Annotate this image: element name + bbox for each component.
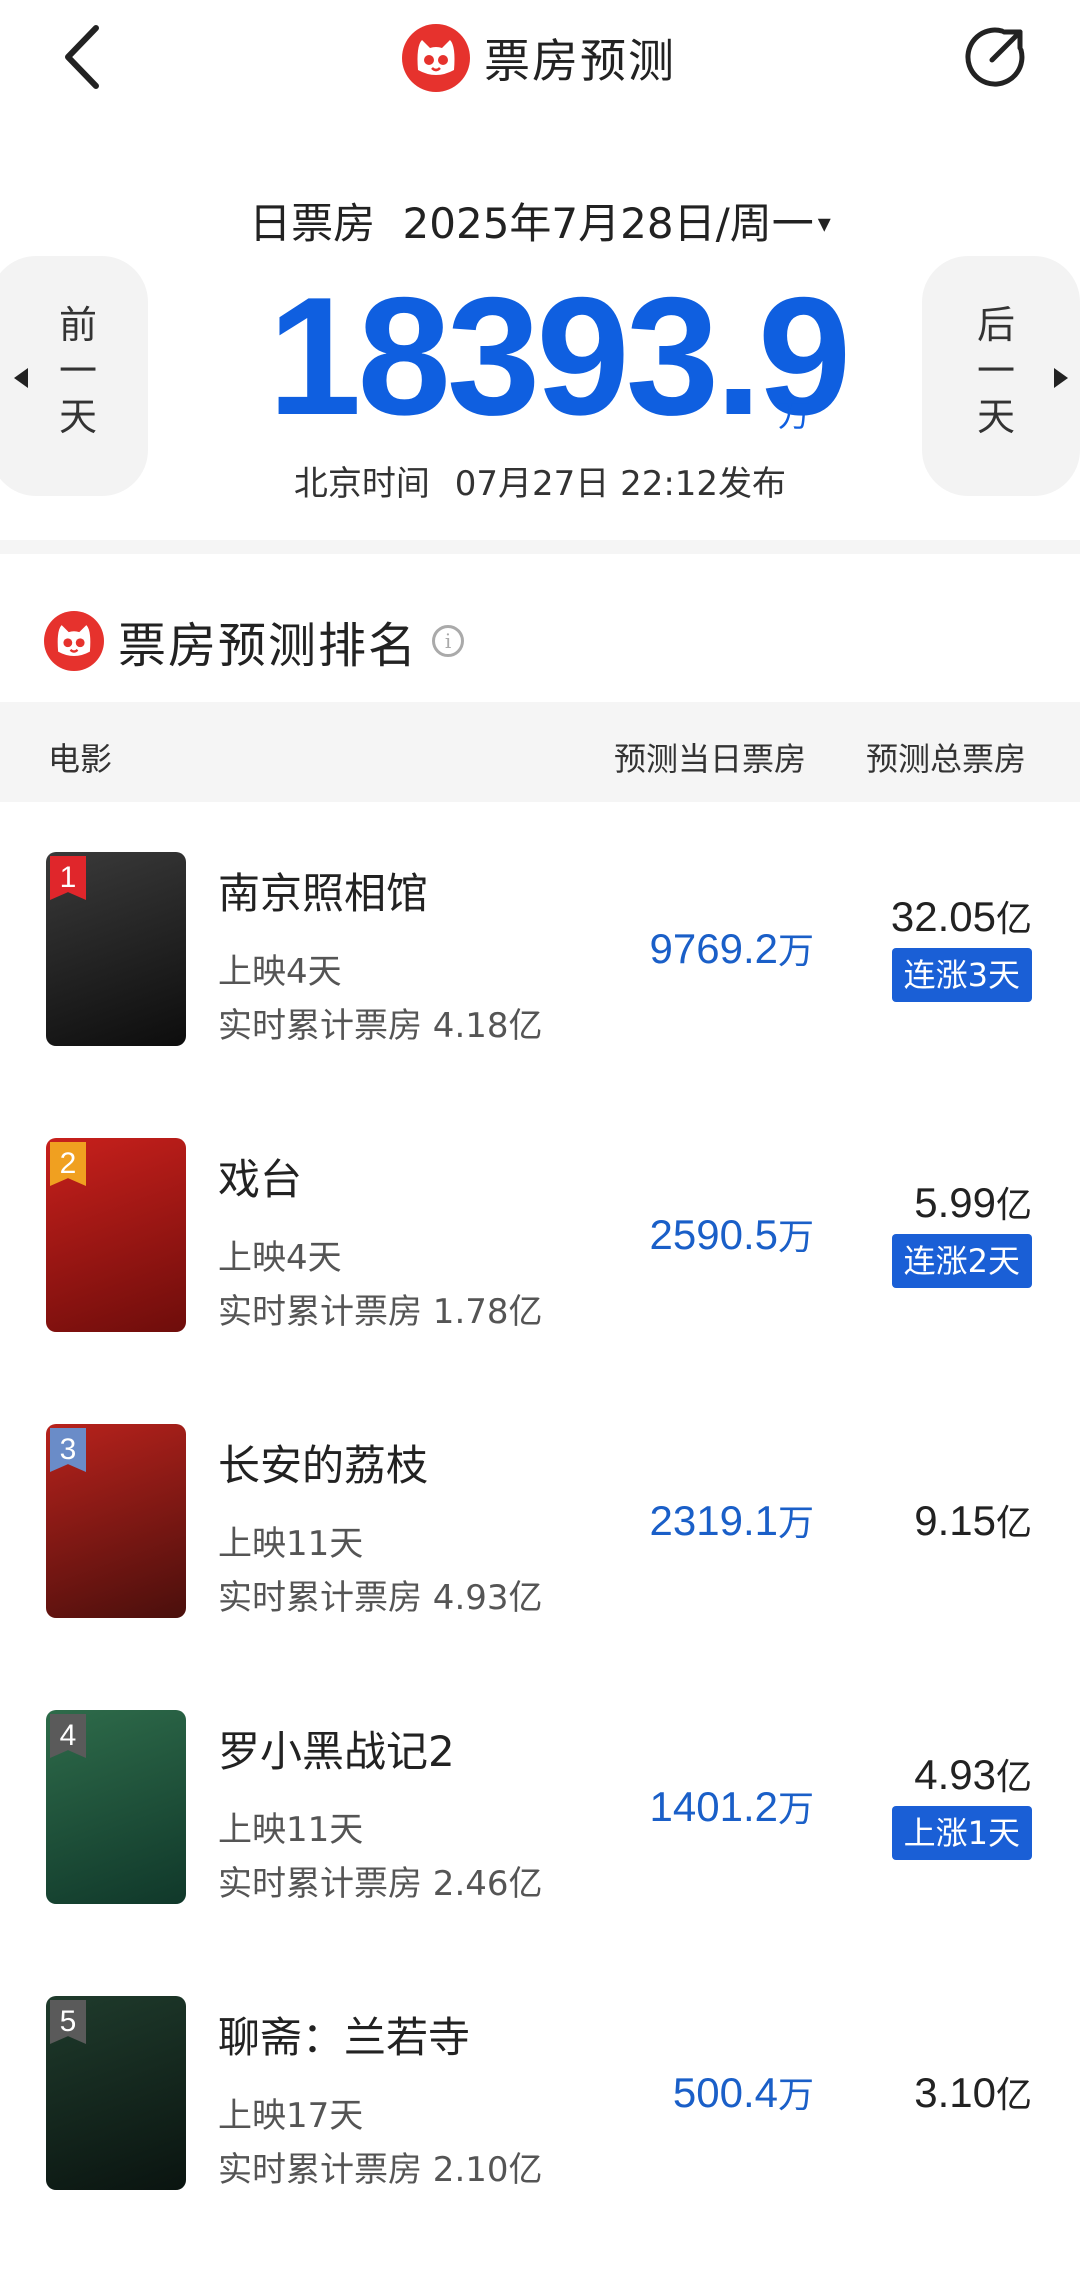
predicted-daily-value: 2319.1 — [649, 1497, 778, 1544]
rank-badge: 1 — [50, 856, 86, 900]
predicted-daily-unit: 万 — [777, 1503, 814, 1544]
movie-name[interactable]: 聊斋：兰若寺 — [218, 2004, 470, 2065]
cumulative-box-office: 实时累计票房 2.46亿 — [218, 1864, 543, 1904]
predicted-daily-unit: 万 — [777, 1789, 814, 1830]
rank-badge: 4 — [50, 1714, 86, 1758]
predicted-daily-value: 9769.2 — [649, 925, 778, 972]
streak-badge: 上涨1天 — [891, 1806, 1032, 1860]
cumulative-box-office: 实时累计票房 4.18亿 — [218, 1006, 543, 1046]
predicted-total: 32.05亿 — [891, 890, 1032, 942]
streak-badge: 连涨3天 — [891, 948, 1032, 1002]
days-showing: 上映17天 — [218, 2096, 364, 2136]
movie-poster[interactable]: 3 — [46, 1424, 186, 1618]
predicted-daily: 500.4万 — [673, 2066, 814, 2118]
table-row[interactable]: 4 罗小黑战记2 上映11天 实时累计票房 2.46亿 1401.2万 4.93… — [0, 1710, 1080, 1996]
days-showing: 上映4天 — [218, 1238, 342, 1278]
days-showing: 上映4天 — [218, 952, 342, 992]
predicted-total-value: 9.15 — [914, 1497, 996, 1544]
ranking-header: 票房预测排名 i — [44, 606, 465, 676]
movie-name[interactable]: 罗小黑战记2 — [218, 1718, 455, 1779]
rank-badge: 5 — [50, 2000, 86, 2044]
movie-poster[interactable]: 1 — [46, 852, 186, 1046]
movie-name[interactable]: 南京照相馆 — [218, 860, 428, 921]
column-daily: 预测当日票房 — [614, 740, 807, 778]
date-label: 日票房 — [249, 199, 376, 248]
table-row[interactable]: 1 南京照相馆 上映4天 实时累计票房 4.18亿 9769.2万 32.05亿… — [0, 852, 1080, 1138]
rank-badge: 2 — [50, 1142, 86, 1186]
movie-poster[interactable]: 2 — [46, 1138, 186, 1332]
predicted-total-unit: 亿 — [995, 899, 1032, 940]
predicted-total: 9.15亿 — [914, 1494, 1032, 1546]
table-row[interactable]: 3 长安的荔枝 上映11天 实时累计票房 4.93亿 2319.1万 9.15亿 — [0, 1424, 1080, 1710]
streak-badge: 连涨2天 — [891, 1234, 1032, 1288]
movie-poster[interactable]: 5 — [46, 1996, 186, 2190]
predicted-daily-unit: 万 — [777, 2075, 814, 2116]
predicted-total: 5.99亿 — [914, 1176, 1032, 1228]
days-showing: 上映11天 — [218, 1810, 364, 1850]
predicted-daily: 1401.2万 — [650, 1780, 814, 1832]
predicted-total-value: 5.99 — [914, 1179, 996, 1226]
predicted-total-value: 4.93 — [914, 1751, 996, 1798]
page-title: 票房预测 — [484, 34, 676, 88]
daily-box-office-unit: 万 — [778, 396, 811, 434]
predicted-total-value: 32.05 — [890, 893, 996, 940]
predicted-daily: 9769.2万 — [650, 922, 814, 974]
days-showing: 上映11天 — [218, 1524, 364, 1564]
prev-day-label: 前一天 — [58, 303, 97, 439]
movie-name[interactable]: 长安的荔枝 — [218, 1432, 428, 1493]
next-day-label: 后一天 — [976, 303, 1015, 439]
rank-badge: 3 — [50, 1428, 86, 1472]
predicted-total-unit: 亿 — [995, 1503, 1032, 1544]
predicted-daily-value: 500.4 — [672, 2069, 778, 2116]
table-row[interactable]: 2 戏台 上映4天 实时累计票房 1.78亿 2590.5万 5.99亿 连涨2… — [0, 1138, 1080, 1424]
cat-logo-icon — [402, 24, 470, 92]
column-total: 预测总票房 — [866, 740, 1027, 778]
date-selector[interactable]: 日票房 2025年7月28日/周一 ▾ — [0, 190, 1080, 251]
column-movie: 电影 — [48, 740, 113, 778]
chevron-left-icon[interactable] — [56, 22, 116, 92]
predicted-daily: 2590.5万 — [650, 1208, 814, 1260]
release-time: 北京时间 07月27日 22:12发布 — [0, 456, 1080, 505]
share-icon[interactable] — [962, 24, 1028, 90]
ranking-title: 票房预测排名 — [118, 618, 419, 674]
cumulative-box-office: 实时累计票房 2.10亿 — [218, 2150, 543, 2190]
cumulative-box-office: 实时累计票房 1.78亿 — [218, 1292, 543, 1332]
predicted-daily-unit: 万 — [777, 931, 814, 972]
table-row[interactable]: 5 聊斋：兰若寺 上映17天 实时累计票房 2.10亿 500.4万 3.10亿 — [0, 1996, 1080, 2275]
predicted-daily-value: 1401.2 — [649, 1783, 778, 1830]
predicted-daily-value: 2590.5 — [649, 1211, 778, 1258]
date-value: 2025年7月28日/周一 — [402, 199, 814, 248]
cat-logo-icon — [44, 611, 104, 671]
predicted-daily: 2319.1万 — [650, 1494, 814, 1546]
top-bar: 票房预测 — [0, 0, 1080, 120]
predicted-total-unit: 亿 — [995, 2075, 1032, 2116]
table-header: 电影 预测当日票房 预测总票房 — [0, 702, 1080, 802]
dropdown-triangle-icon: ▾ — [817, 209, 831, 239]
release-value: 07月27日 22:12发布 — [454, 464, 787, 504]
predicted-total: 3.10亿 — [914, 2066, 1032, 2118]
section-divider — [0, 540, 1080, 554]
movie-name[interactable]: 戏台 — [218, 1146, 302, 1207]
page-title-group: 票房预测 — [402, 22, 676, 94]
left-triangle-icon — [14, 368, 28, 388]
predicted-daily-unit: 万 — [777, 1217, 814, 1258]
movie-poster[interactable]: 4 — [46, 1710, 186, 1904]
daily-box-office-value: 18393.9 — [268, 262, 851, 450]
predicted-total: 4.93亿 — [914, 1748, 1032, 1800]
cumulative-box-office: 实时累计票房 4.93亿 — [218, 1578, 543, 1618]
predicted-total-unit: 亿 — [995, 1185, 1032, 1226]
release-prefix: 北京时间 — [293, 464, 430, 504]
right-triangle-icon — [1054, 368, 1068, 388]
info-icon[interactable]: i — [432, 625, 465, 657]
predicted-total-value: 3.10 — [914, 2069, 996, 2116]
predicted-total-unit: 亿 — [995, 1757, 1032, 1798]
